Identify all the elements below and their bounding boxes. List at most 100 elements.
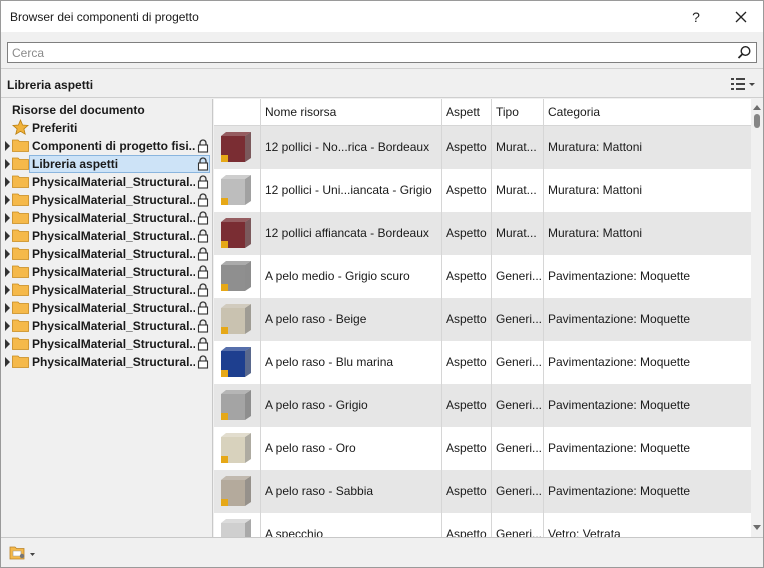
cell-aspect: Aspetto [442,427,492,470]
tree-item-physical-material[interactable]: PhysicalMaterial_Structural... [1,245,212,263]
expand-arrow-icon[interactable] [5,213,10,223]
brick-swatch-icon [221,132,251,162]
cell-name: 12 pollici - No...rica - Bordeaux [261,126,442,169]
table-row[interactable]: 12 pollici - No...rica - Bordeaux Aspetto… [214,126,751,169]
cell-aspect: Aspetto [442,169,492,212]
cell-category: Pavimentazione: Moquette [548,484,691,498]
cell-type: Generi... [492,298,544,341]
star-icon [12,119,29,136]
expand-arrow-icon[interactable] [5,339,10,349]
library-folder-icon [9,546,35,560]
close-icon [735,11,747,23]
tree-item-physical-material[interactable]: PhysicalMaterial_Structural... [1,281,212,299]
search-bar [1,32,763,69]
lock-icon [197,265,209,279]
table-row[interactable]: A pelo raso - Grigio Aspetto Generi... Pavi… [214,384,751,427]
table-row[interactable]: A pelo raso - Beige Aspetto Generi... Pavim… [214,298,751,341]
search-icon[interactable] [737,45,752,60]
table-row[interactable]: A pelo raso - Sabbia Aspetto Generi... Pavi… [214,470,751,513]
tree-item-physical-material[interactable]: PhysicalMaterial_Structural... [1,353,212,371]
tree-item-label: Preferiti [32,121,78,135]
column-header-type[interactable]: Tipo [492,99,544,126]
expand-arrow-icon[interactable] [5,357,10,367]
cell-type: Generi... [492,384,544,427]
tree-item-physical-material[interactable]: PhysicalMaterial_Structural... [1,227,212,245]
tree-item-label: PhysicalMaterial_Structural... [32,175,195,189]
tree-item-physical-material[interactable]: PhysicalMaterial_Structural... [1,317,212,335]
tree-item-appearance-library[interactable]: Libreria aspetti [1,155,212,173]
expand-arrow-icon[interactable] [5,177,10,187]
cell-type: Generi... [492,255,544,298]
tree-item-project-components[interactable]: Componenti di progetto fisi... [1,137,212,155]
folder-icon [12,229,29,242]
expand-arrow-icon[interactable] [5,249,10,259]
expand-arrow-icon[interactable] [5,159,10,169]
expand-arrow-icon[interactable] [5,303,10,313]
cell-aspect: Aspetto [442,384,492,427]
folder-icon [12,247,29,260]
expand-arrow-icon[interactable] [5,141,10,151]
carpet-swatch-icon [221,261,251,291]
table-row[interactable]: A specchio Aspetto Generi... Vetro: Vetrata [214,513,751,537]
cell-thumbnail [214,169,261,212]
lock-badge-icon [221,198,228,205]
lock-icon [197,319,209,333]
tree-item-physical-material[interactable]: PhysicalMaterial_Structural... [1,209,212,227]
cell-thumbnail [214,427,261,470]
brick-swatch-icon [221,175,251,205]
cell-thumbnail [214,341,261,384]
tree-item-favorites[interactable]: Preferiti [1,119,212,137]
cell-name: 12 pollici affiancata - Bordeaux [261,212,442,255]
lock-badge-icon [221,499,228,506]
table-row[interactable]: A pelo medio - Grigio scuro Aspetto Generi… [214,255,751,298]
cell-aspect: Aspetto [442,470,492,513]
lock-icon [197,211,209,225]
folder-icon [12,175,29,188]
table-row[interactable]: 12 pollici - Uni...iancata - Grigio Aspet… [214,169,751,212]
tree-item-physical-material[interactable]: PhysicalMaterial_Structural... [1,191,212,209]
expand-arrow-icon[interactable] [5,267,10,277]
cell-name: A pelo raso - Sabbia [261,470,442,513]
column-header-name[interactable]: Nome risorsa [261,99,442,126]
project-components-browser-window: Browser dei componenti di progetto ? Lib… [0,0,764,568]
cell-category: Muratura: Mattoni [548,140,643,154]
scroll-down-icon[interactable] [753,525,761,530]
grid-header: Nome risorsa Aspett Tipo Categoria [214,99,751,126]
tree-item-label: PhysicalMaterial_Structural... [32,211,195,225]
lock-badge-icon [221,284,228,291]
search-input[interactable] [12,45,732,61]
cell-type: Murat... [492,212,544,255]
window-title: Browser dei componenti di progetto [10,10,199,24]
brick-swatch-icon [221,218,251,248]
table-row[interactable]: A pelo raso - Blu marina Aspetto Generi...… [214,341,751,384]
table-row[interactable]: 12 pollici affiancata - Bordeaux Aspetto M… [214,212,751,255]
cell-category: Pavimentazione: Moquette [548,312,691,326]
column-header-aspect[interactable]: Aspett [442,99,492,126]
view-options-button[interactable] [729,75,757,93]
help-button[interactable]: ? [681,5,711,29]
lock-icon [197,175,209,189]
tree-item-physical-material[interactable]: PhysicalMaterial_Structural... [1,173,212,191]
expand-arrow-icon[interactable] [5,321,10,331]
expand-arrow-icon[interactable] [5,285,10,295]
tree-item-physical-material[interactable]: PhysicalMaterial_Structural... [1,335,212,353]
column-header-thumbnail[interactable] [214,99,261,126]
carpet-swatch-icon [221,476,251,506]
tree-item-physical-material[interactable]: PhysicalMaterial_Structural... [1,263,212,281]
column-header-category[interactable]: Categoria [544,99,751,126]
vertical-scrollbar[interactable] [751,99,763,537]
asset-grid: Nome risorsa Aspett Tipo Categoria 12 po… [214,99,763,537]
cell-thumbnail [214,298,261,341]
expand-arrow-icon[interactable] [5,195,10,205]
close-button[interactable] [726,5,756,29]
folder-icon [12,337,29,350]
tree-item-physical-material[interactable]: PhysicalMaterial_Structural... [1,299,212,317]
scroll-thumb[interactable] [754,114,760,128]
scroll-up-icon[interactable] [753,105,761,110]
lock-icon [197,139,209,153]
cell-category: Muratura: Mattoni [548,183,643,197]
table-row[interactable]: A pelo raso - Oro Aspetto Generi... Pavimen… [214,427,751,470]
expand-arrow-icon[interactable] [5,231,10,241]
folder-icon [12,193,29,206]
library-manager-button[interactable] [9,545,37,561]
